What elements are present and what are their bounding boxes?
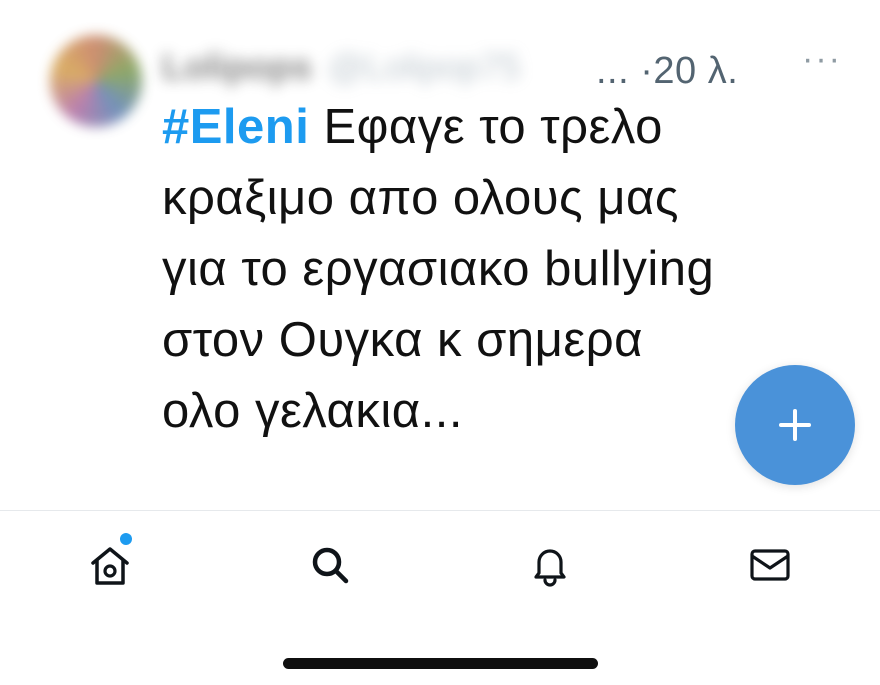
author-name: Lolipops bbox=[162, 46, 312, 87]
home-indicator bbox=[283, 658, 598, 669]
hashtag-link[interactable]: #Eleni bbox=[162, 100, 309, 154]
tab-notifications[interactable] bbox=[520, 535, 580, 595]
envelope-icon bbox=[750, 549, 790, 581]
truncation-ellipsis: ... bbox=[596, 50, 630, 92]
timestamp[interactable]: 20 λ. bbox=[653, 50, 738, 92]
meta-separator: · bbox=[640, 50, 654, 92]
tab-messages[interactable] bbox=[740, 535, 800, 595]
plus-icon bbox=[779, 409, 811, 441]
bell-icon bbox=[534, 549, 566, 587]
author-handle: @Lolipop75 bbox=[327, 46, 521, 87]
avatar[interactable] bbox=[50, 35, 142, 127]
more-options-icon[interactable]: ··· bbox=[802, 40, 842, 79]
tab-home[interactable] bbox=[80, 533, 140, 595]
author-name-blurred[interactable]: Lolipops @Lolipop75 bbox=[162, 46, 592, 90]
compose-tweet-button[interactable] bbox=[735, 365, 855, 485]
notification-dot bbox=[120, 533, 132, 545]
tweet-meta: ... ·20 λ. bbox=[596, 50, 738, 93]
search-icon bbox=[312, 547, 349, 584]
home-icon bbox=[91, 547, 129, 585]
tweet-header: Lolipops @Lolipop75 ... ·20 λ. ··· bbox=[162, 36, 852, 92]
tab-search[interactable] bbox=[300, 535, 360, 595]
twitter-screen: Lolipops @Lolipop75 ... ·20 λ. ··· #Eleni… bbox=[0, 0, 880, 685]
bottom-tab-bar bbox=[0, 511, 880, 621]
